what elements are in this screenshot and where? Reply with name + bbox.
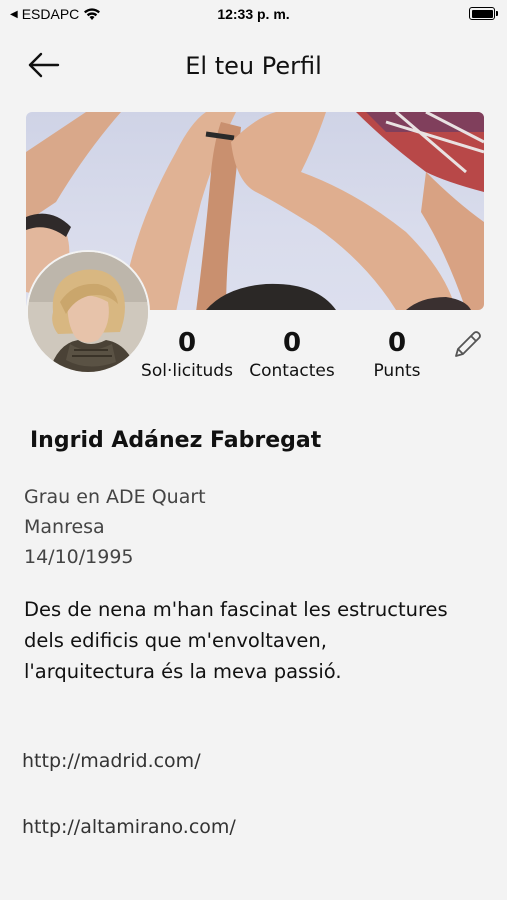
stat-requests[interactable]: 0 Sol·licituds: [138, 328, 236, 382]
profile-info: Grau en ADE Quart Manresa 14/10/1995: [24, 482, 206, 572]
page-title: El teu Perfil: [185, 52, 322, 80]
avatar[interactable]: [26, 250, 150, 374]
pencil-icon: [455, 331, 481, 357]
status-right: [469, 7, 498, 20]
profile-name: Ingrid Adánez Fabregat: [30, 428, 322, 453]
stat-contacts-label: Contactes: [249, 361, 335, 381]
edit-profile-button[interactable]: [450, 328, 484, 362]
stat-contacts-value: 0: [282, 328, 302, 358]
stat-points-label: Punts: [373, 361, 421, 381]
stat-requests-value: 0: [177, 328, 197, 358]
profile-city: Manresa: [24, 516, 105, 538]
profile-link-1[interactable]: http://madrid.com/: [22, 750, 201, 772]
profile-degree: Grau en ADE Quart: [24, 486, 206, 508]
header: El teu Perfil: [0, 40, 507, 92]
status-time: 12:33 p. m.: [217, 6, 290, 22]
status-bar: ◀ ESDAPC 12:33 p. m.: [0, 0, 507, 28]
battery-icon: [469, 7, 498, 20]
stat-contacts[interactable]: 0 Contactes: [242, 328, 342, 382]
stat-points[interactable]: 0 Punts: [362, 328, 432, 382]
profile-link-2[interactable]: http://altamirano.com/: [22, 816, 236, 838]
profile-bio: Des de nena m'han fascinat les estructur…: [24, 598, 448, 683]
stat-requests-label: Sol·licituds: [141, 361, 233, 381]
stat-points-value: 0: [387, 328, 407, 358]
profile-birthdate: 14/10/1995: [24, 546, 134, 568]
